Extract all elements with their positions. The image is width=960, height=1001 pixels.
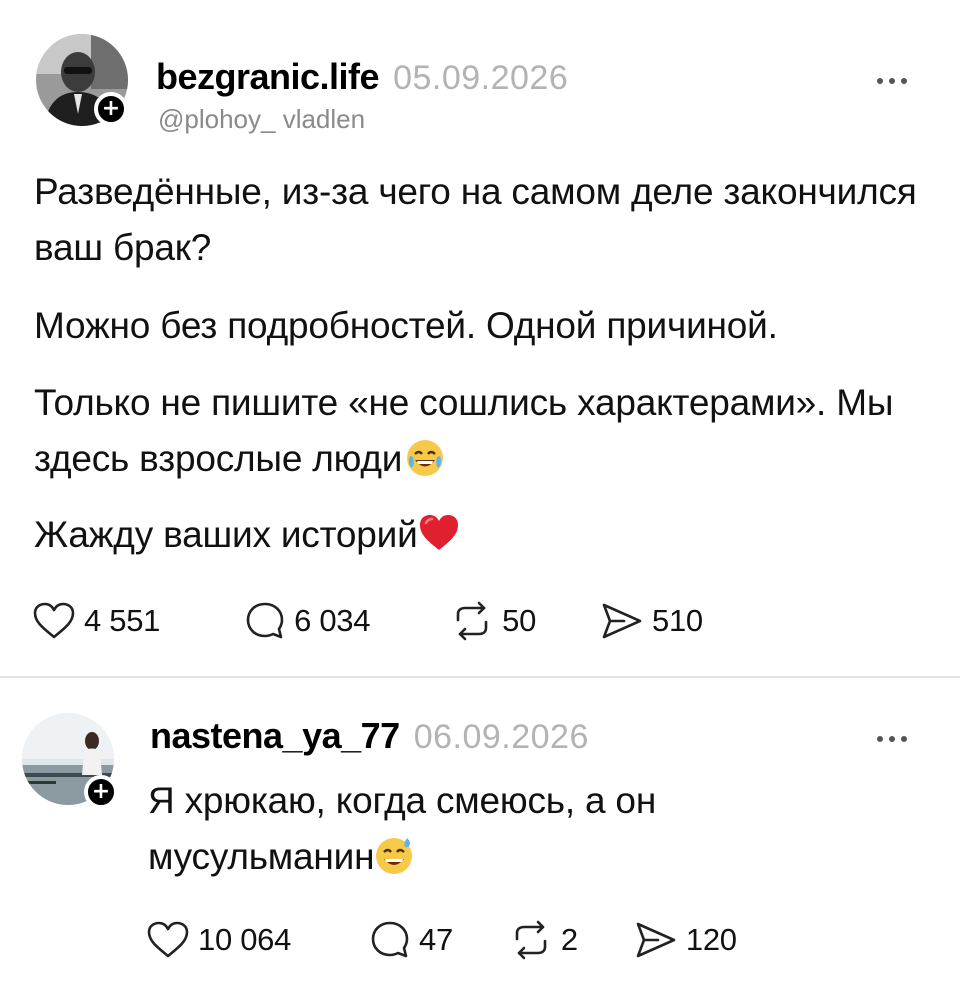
main-avatar-wrap[interactable]: + xyxy=(36,34,136,134)
sweat-smile-emoji-icon xyxy=(374,835,414,891)
main-post-body-2: Можно без подробностей. Одной причиной. xyxy=(34,298,934,354)
repost-icon xyxy=(515,920,547,960)
main-post-body: Разведённые, из-за чего на самом деле за… xyxy=(34,164,934,276)
comment-button[interactable]: 47 xyxy=(369,919,453,961)
comment-count: 6 034 xyxy=(294,603,371,638)
post-paragraph: Жажду ваших историй xyxy=(34,514,418,555)
comment-count: 47 xyxy=(419,922,453,957)
repost-button[interactable]: 2 xyxy=(509,919,578,961)
reply-post-body: Я хрюкаю, когда смеюсь, а он мусульманин xyxy=(148,773,768,891)
main-post-body-3: Только не пишите «не сошлись характерами… xyxy=(34,375,944,493)
comment-bubble-icon xyxy=(371,921,409,958)
main-post-body-4: Жажду ваших историй xyxy=(34,507,934,569)
share-button[interactable]: 120 xyxy=(634,920,737,960)
post-paragraph-with-emoji: Жажду ваших историй xyxy=(34,507,934,569)
repost-button[interactable]: 50 xyxy=(450,600,536,642)
main-post: + bezgranic.life 05.09.2026 @plohoy_ vla… xyxy=(0,0,960,676)
like-button[interactable]: 4 551 xyxy=(32,601,160,641)
heart-outline-icon xyxy=(147,921,189,958)
reply-post-actions: 10 064 47 2 120 xyxy=(146,915,737,965)
like-button[interactable]: 10 064 xyxy=(146,920,291,960)
main-post-actions: 4 551 6 034 50 510 xyxy=(32,596,703,646)
timestamp: 05.09.2026 xyxy=(393,59,569,97)
post-paragraph-with-emoji: Только не пишите «не сошлись характерами… xyxy=(34,375,944,493)
comment-bubble-icon xyxy=(246,602,284,639)
more-options-icon[interactable] xyxy=(877,78,907,84)
follow-plus-icon[interactable]: + xyxy=(84,775,118,809)
timestamp: 06.09.2026 xyxy=(413,718,589,756)
repost-icon xyxy=(456,601,488,641)
laughing-emoji-icon xyxy=(406,437,444,493)
main-post-header: bezgranic.life 05.09.2026 xyxy=(156,56,568,98)
send-icon xyxy=(636,922,676,958)
heart-outline-icon xyxy=(33,602,75,639)
username[interactable]: bezgranic.life xyxy=(156,56,380,98)
comment-button[interactable]: 6 034 xyxy=(244,600,370,642)
send-icon xyxy=(602,603,642,639)
share-count: 120 xyxy=(685,922,737,957)
more-options-icon[interactable] xyxy=(877,736,907,742)
repost-count: 2 xyxy=(560,922,578,957)
follow-plus-icon[interactable]: + xyxy=(94,92,128,126)
user-handle[interactable]: @plohoy_ vladlen xyxy=(158,104,365,135)
share-button[interactable]: 510 xyxy=(600,601,703,641)
reply-avatar-wrap[interactable]: + xyxy=(22,713,126,817)
post-paragraph: Разведённые, из-за чего на самом деле за… xyxy=(34,171,917,268)
red-heart-icon xyxy=(418,513,460,569)
reply-paragraph-with-emoji: Я хрюкаю, когда смеюсь, а он мусульманин xyxy=(148,773,768,891)
repost-count: 50 xyxy=(502,603,537,638)
post-paragraph: Только не пишите «не сошлись характерами… xyxy=(34,382,894,479)
share-count: 510 xyxy=(652,603,703,638)
username[interactable]: nastena_ya_77 xyxy=(150,715,400,757)
post-paragraph: Можно без подробностей. Одной причиной. xyxy=(34,305,778,346)
like-count: 4 551 xyxy=(84,603,161,638)
like-count: 10 064 xyxy=(198,922,292,957)
reply-post-header: nastena_ya_77 06.09.2026 xyxy=(150,715,589,757)
reply-post: + nastena_ya_77 06.09.2026 Я хрюкаю, ког… xyxy=(0,677,960,1001)
